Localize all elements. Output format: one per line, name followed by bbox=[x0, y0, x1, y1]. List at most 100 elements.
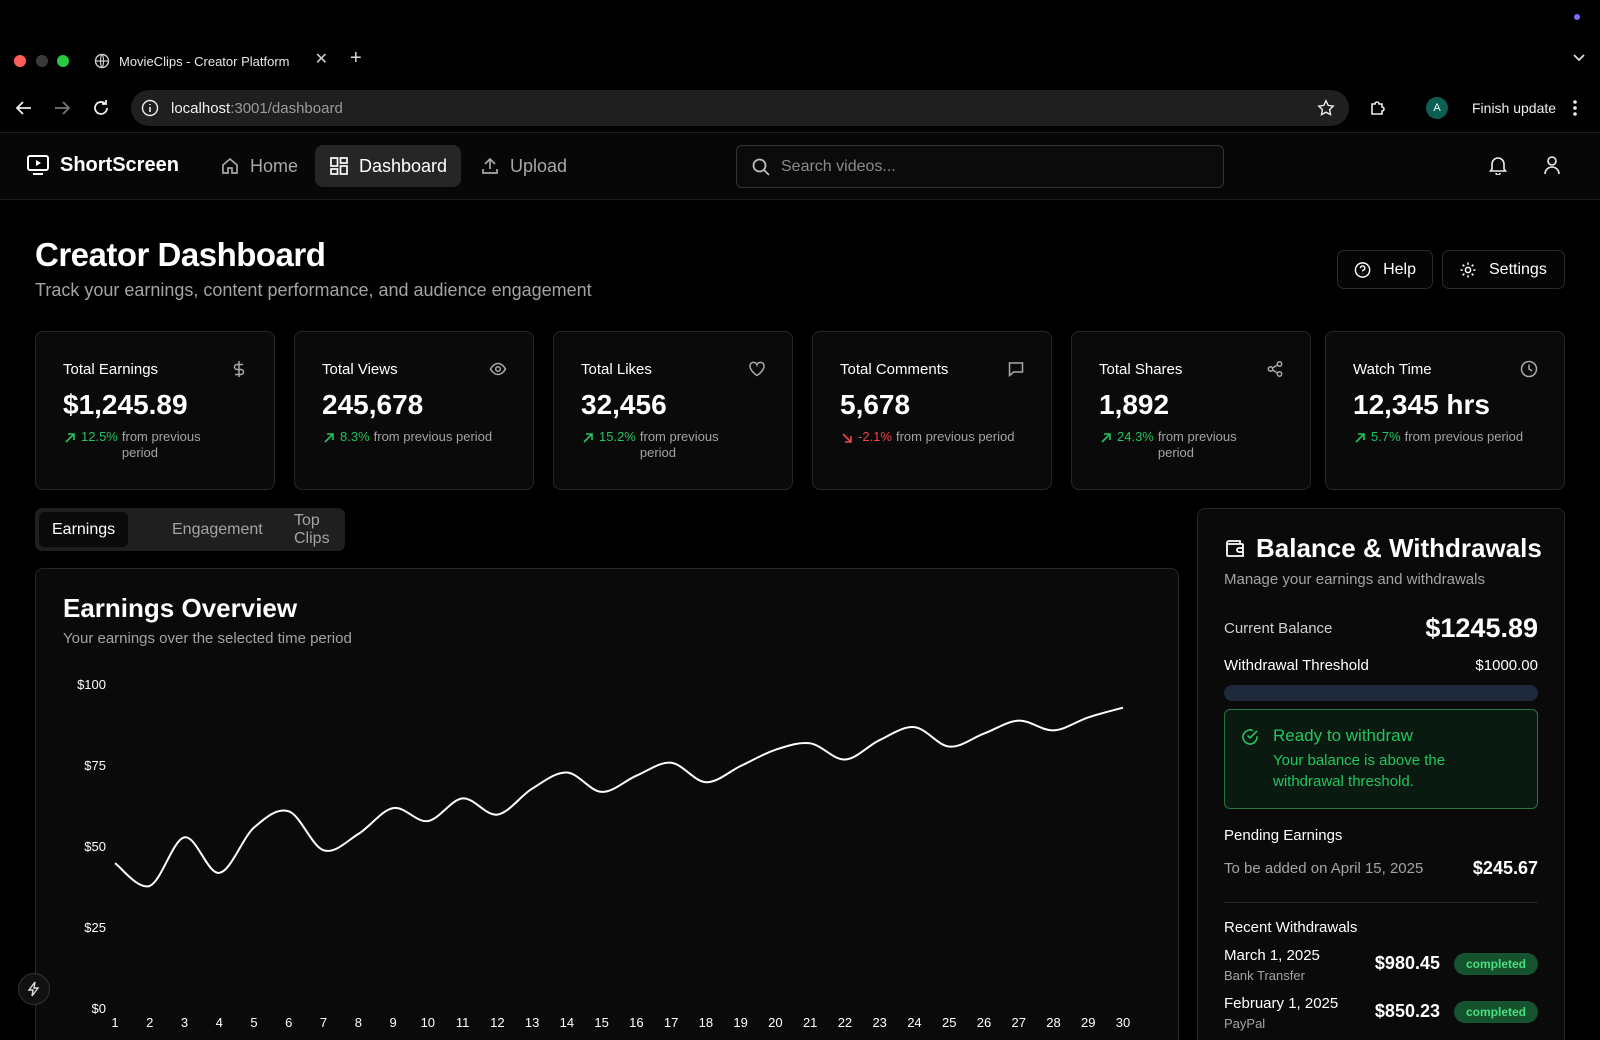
x-tick-label: 2 bbox=[146, 1015, 153, 1030]
x-tick-label: 18 bbox=[699, 1015, 713, 1030]
status-badge: completed bbox=[1453, 1001, 1538, 1023]
back-arrow-icon[interactable] bbox=[14, 98, 34, 118]
x-tick-label: 5 bbox=[250, 1015, 257, 1030]
dollar-icon bbox=[233, 361, 245, 377]
withdrawal-row[interactable]: March 1, 2025 Bank Transfer $980.45 comp… bbox=[1224, 947, 1538, 987]
address-bar[interactable]: localhost:3001/dashboard bbox=[131, 90, 1349, 126]
stat-value: 12,345 hrs bbox=[1353, 389, 1490, 420]
stat-label: Watch Time bbox=[1353, 361, 1432, 378]
stat-change: 24.3% bbox=[1117, 429, 1154, 444]
ready-to-withdraw-alert: Ready to withdraw Your balance is above … bbox=[1224, 709, 1538, 809]
tab-close-icon[interactable]: ✕ bbox=[315, 52, 328, 68]
withdrawal-amount: $850.23 bbox=[1374, 1001, 1440, 1021]
stat-trend: 15.2% from previous period bbox=[581, 429, 781, 461]
dashboard-grid-icon bbox=[330, 157, 348, 175]
pending-earnings-row: To be added on April 15, 2025 $245.67 bbox=[1224, 858, 1538, 879]
help-button[interactable]: Help bbox=[1337, 250, 1433, 289]
stat-card-total-shares: Total Shares 1,892 24.3% from previous p… bbox=[1071, 331, 1311, 490]
stat-change: 5.7% bbox=[1371, 429, 1401, 444]
help-circle-icon bbox=[1354, 261, 1371, 278]
app-header: ShortScreen Home Dashboard Upload bbox=[0, 132, 1600, 200]
help-label: Help bbox=[1383, 260, 1416, 278]
pending-earnings-value: $245.67 bbox=[1472, 858, 1538, 878]
stat-label: Total Likes bbox=[581, 361, 652, 378]
eye-icon bbox=[489, 362, 507, 376]
extensions-puzzle-icon[interactable] bbox=[1368, 98, 1388, 118]
earnings-line-chart[interactable]: $0$25$50$75$1001 2 3 4 5 6 7 8 9 10 11 12 13 14 15 16 17… bbox=[36, 569, 1180, 1040]
page-title: Creator Dashboard bbox=[35, 236, 326, 273]
stat-note: from previous period bbox=[1157, 429, 1237, 460]
url-path: :3001/dashboard bbox=[230, 99, 343, 117]
stat-card-total-comments: Total Comments 5,678 -2.1% from previous… bbox=[812, 331, 1052, 490]
x-tick-label: 23 bbox=[872, 1015, 886, 1030]
tab-title: MovieClips - Creator Platform bbox=[119, 53, 290, 69]
finish-update-button[interactable]: Finish update bbox=[1472, 100, 1556, 116]
x-tick-label: 11 bbox=[456, 1015, 470, 1030]
x-tick-label: 25 bbox=[942, 1015, 956, 1030]
stat-trend: 5.7% from previous period bbox=[1353, 429, 1553, 445]
stat-trend: -2.1% from previous period bbox=[840, 429, 1040, 445]
globe-icon bbox=[94, 53, 110, 69]
wallet-icon bbox=[1226, 539, 1244, 557]
window-minimize-button[interactable] bbox=[36, 55, 48, 67]
screen-play-icon bbox=[27, 155, 49, 175]
trend-up-icon bbox=[583, 433, 593, 443]
upload-icon bbox=[482, 157, 498, 174]
x-tick-label: 30 bbox=[1116, 1015, 1130, 1030]
search-box[interactable] bbox=[736, 145, 1224, 188]
new-tab-button[interactable]: + bbox=[350, 48, 362, 68]
window-maximize-button[interactable] bbox=[57, 55, 69, 67]
window-close-button[interactable] bbox=[14, 55, 26, 67]
balance-title-row: Balance & Withdrawals bbox=[1224, 533, 1542, 564]
withdrawal-row[interactable]: February 1, 2025 PayPal $850.23 complete… bbox=[1224, 995, 1538, 1035]
nav-upload-label: Upload bbox=[510, 155, 568, 176]
nav-home[interactable]: Home bbox=[206, 145, 312, 187]
status-badge: completed bbox=[1453, 953, 1538, 975]
balance-withdrawals-card: Balance & Withdrawals Manage your earnin… bbox=[1197, 508, 1565, 1040]
bookmark-star-icon[interactable] bbox=[1317, 99, 1335, 117]
withdrawal-date: February 1, 2025 bbox=[1224, 995, 1339, 1012]
browser-menu-icon[interactable] bbox=[1572, 98, 1578, 118]
tab-search-chevron-icon[interactable] bbox=[1572, 50, 1586, 64]
stat-card-total-earnings: Total Earnings $1,245.89 12.5% from prev… bbox=[35, 331, 275, 490]
browser-tab[interactable]: MovieClips - Creator Platform ✕ bbox=[84, 44, 334, 78]
stat-card-total-likes: Total Likes 32,456 15.2% from previous p… bbox=[553, 331, 793, 490]
stat-change: 8.3% bbox=[340, 429, 370, 444]
x-tick-label: 9 bbox=[389, 1015, 396, 1030]
y-tick-label: $100 bbox=[77, 677, 106, 692]
stat-label: Total Shares bbox=[1099, 361, 1183, 378]
clock-icon bbox=[1520, 360, 1538, 378]
brand-logo[interactable]: ShortScreen bbox=[26, 153, 179, 177]
tab-earnings[interactable]: Earnings bbox=[39, 512, 129, 547]
dev-tools-bolt-button[interactable] bbox=[18, 973, 50, 1005]
check-circle-icon bbox=[1242, 729, 1258, 745]
trend-up-icon bbox=[1101, 433, 1111, 443]
nav-dashboard[interactable]: Dashboard bbox=[315, 145, 462, 187]
threshold-row: Withdrawal Threshold $1000.00 bbox=[1224, 657, 1538, 674]
nav-home-label: Home bbox=[250, 155, 299, 176]
stat-label: Total Earnings bbox=[63, 361, 159, 378]
stat-value: $1,245.89 bbox=[63, 389, 188, 420]
withdrawal-method: Bank Transfer bbox=[1224, 968, 1305, 983]
site-info-icon[interactable] bbox=[141, 99, 159, 117]
reload-icon[interactable] bbox=[91, 98, 111, 118]
threshold-progress-bar bbox=[1224, 685, 1538, 701]
settings-button[interactable]: Settings bbox=[1442, 250, 1565, 289]
share-icon bbox=[1267, 361, 1283, 377]
profile-avatar[interactable]: A bbox=[1426, 97, 1448, 119]
x-tick-label: 20 bbox=[768, 1015, 782, 1030]
search-input[interactable] bbox=[781, 157, 1201, 176]
forward-arrow-icon[interactable] bbox=[52, 98, 72, 118]
tab-top-clips[interactable]: Top Clips bbox=[281, 512, 345, 547]
x-tick-label: 26 bbox=[977, 1015, 991, 1030]
bell-icon[interactable] bbox=[1489, 155, 1507, 175]
withdrawal-amount: $980.45 bbox=[1374, 953, 1440, 973]
x-tick-label: 7 bbox=[320, 1015, 327, 1030]
withdrawal-date: March 1, 2025 bbox=[1224, 947, 1320, 964]
tab-engagement[interactable]: Engagement bbox=[159, 512, 276, 547]
user-icon[interactable] bbox=[1543, 155, 1561, 175]
earnings-series-line[interactable] bbox=[114, 706, 1124, 888]
nav-upload[interactable]: Upload bbox=[466, 145, 581, 187]
page-subtitle: Track your earnings, content performance… bbox=[35, 280, 592, 300]
analytics-tabs: Earnings Engagement Top Clips bbox=[35, 508, 345, 551]
